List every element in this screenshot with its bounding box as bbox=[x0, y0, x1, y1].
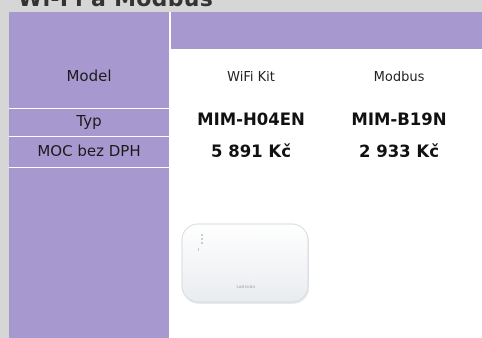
row-label-price: MOC bez DPH bbox=[37, 142, 141, 160]
header-cell-right bbox=[171, 12, 482, 49]
row-label-model: Model bbox=[66, 67, 112, 85]
page-title: Wi-Fi a Modbus bbox=[18, 0, 213, 12]
row-label-type: Typ bbox=[76, 112, 102, 130]
price-value-modbus: 2 933 Kč bbox=[359, 142, 439, 161]
label-column bbox=[9, 49, 169, 338]
device-brand-logo: SAMSUNG bbox=[236, 285, 255, 289]
header-cell-left bbox=[9, 12, 169, 49]
wifi-kit-device-image: SAMSUNG bbox=[180, 222, 312, 308]
type-value-wifi-kit: MIM-H04EN bbox=[197, 110, 305, 129]
row-divider bbox=[9, 136, 169, 137]
column-header-modbus: Modbus bbox=[373, 70, 425, 85]
type-value-modbus: MIM-B19N bbox=[351, 110, 447, 129]
row-divider bbox=[9, 167, 169, 168]
wifi-kit-device-icon: SAMSUNG bbox=[181, 223, 309, 304]
top-title-strip: Wi-Fi a Modbus bbox=[0, 0, 482, 12]
column-divider bbox=[169, 12, 171, 338]
row-divider bbox=[9, 108, 169, 109]
column-header-wifi-kit: WiFi Kit bbox=[227, 70, 275, 85]
price-value-wifi-kit: 5 891 Kč bbox=[211, 142, 291, 161]
